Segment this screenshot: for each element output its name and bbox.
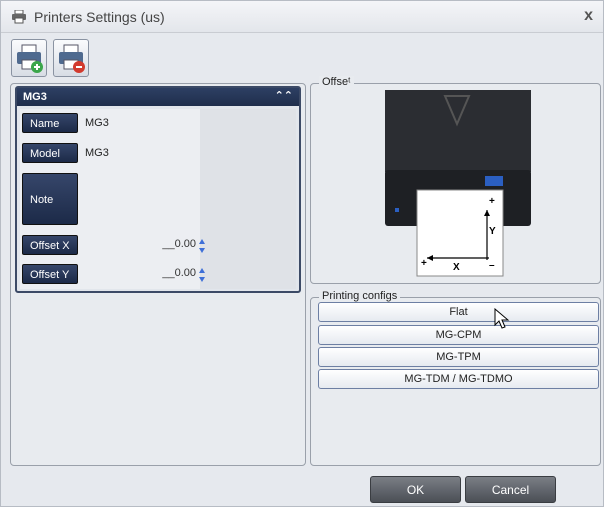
panel-header[interactable]: MG3 ⌃⌃ [17, 88, 299, 106]
ok-button[interactable]: OK [370, 476, 461, 503]
mouse-cursor-icon [494, 308, 510, 329]
offset-x-input[interactable]: __0.00 [148, 238, 196, 254]
model-label: Model [22, 143, 78, 163]
offset-y-input[interactable]: __0.00 [148, 267, 196, 283]
name-value[interactable]: MG3 [85, 117, 109, 129]
config-mg-tpm-button[interactable]: MG-TPM [318, 347, 599, 367]
toolbar [11, 39, 101, 79]
config-flat-button[interactable]: Flat [318, 302, 599, 322]
name-label: Name [22, 113, 78, 133]
minus-right-label: – [489, 260, 495, 271]
offset-y-spinner-icon[interactable] [198, 267, 206, 283]
x-axis-label: X [453, 262, 460, 273]
properties-body: Name MG3 Model MG3 Note Offset X __0.00 … [20, 109, 296, 289]
plus-left-label: + [421, 258, 427, 269]
window-title: Printers Settings (us) [34, 9, 165, 25]
offset-group: Offseᵗ Y X + – + [310, 76, 601, 284]
printer-offset-diagram: Y X + – + [385, 90, 531, 277]
offset-legend: Offseᵗ [319, 76, 354, 88]
config-mg-cpm-button[interactable]: MG-CPM [318, 325, 599, 345]
config-mg-tdm-button[interactable]: MG-TDM / MG-TDMO [318, 369, 599, 389]
add-printer-button[interactable] [11, 39, 47, 77]
offset-y-label: Offset Y [22, 264, 78, 284]
y-axis-label: Y [489, 226, 496, 237]
remove-printer-button[interactable] [53, 39, 89, 77]
remove-printer-icon [59, 44, 85, 73]
add-printer-icon [17, 44, 43, 73]
printer-icon [12, 10, 26, 24]
plus-top-label: + [489, 196, 495, 207]
collapse-icon[interactable]: ⌃⌃ [275, 89, 293, 102]
model-value[interactable]: MG3 [85, 147, 109, 159]
note-label: Note [22, 173, 78, 225]
close-icon[interactable]: x [584, 7, 593, 25]
configs-legend: Printing configs [319, 290, 401, 302]
printing-configs-group: Printing configs Flat MG-CPM MG-TPM MG-T… [310, 290, 601, 466]
offset-x-spinner-icon[interactable] [198, 238, 206, 254]
printer-settings-window: Printers Settings (us) x MG3 ⌃⌃ Name MG3… [0, 0, 604, 507]
printer-properties-panel: MG3 ⌃⌃ Name MG3 Model MG3 Note Offset X … [15, 86, 301, 293]
panel-title: MG3 [23, 91, 47, 103]
offset-x-label: Offset X [22, 235, 78, 255]
cancel-button[interactable]: Cancel [465, 476, 556, 503]
title-bar: Printers Settings (us) x [1, 1, 603, 33]
